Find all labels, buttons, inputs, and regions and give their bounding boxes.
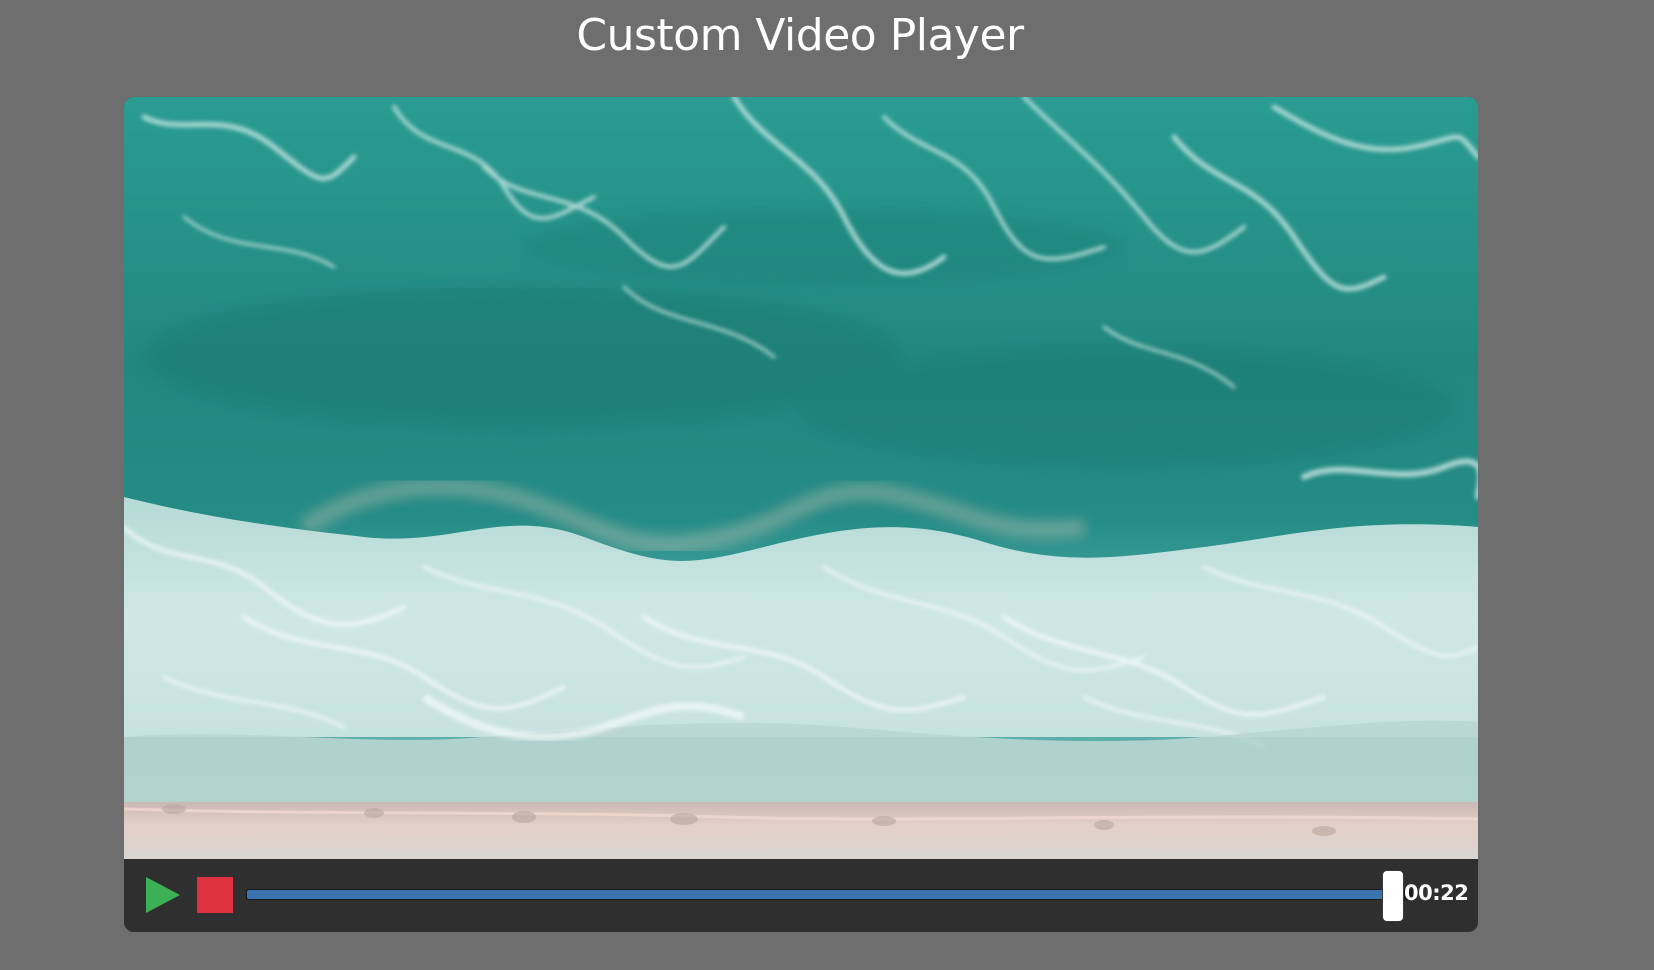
time-display: 00:22 [1404, 881, 1469, 905]
progress-thumb[interactable] [1382, 870, 1405, 922]
video-controls: 00:22 [124, 859, 1478, 932]
page-title: Custom Video Player [576, 10, 1024, 61]
play-button[interactable] [146, 877, 180, 913]
video-frame[interactable] [124, 97, 1478, 859]
progress-bar[interactable] [244, 870, 1416, 922]
video-player: 00:22 [124, 97, 1478, 932]
progress-fill [247, 890, 1394, 899]
play-icon [146, 877, 180, 913]
stop-button[interactable] [197, 877, 233, 913]
